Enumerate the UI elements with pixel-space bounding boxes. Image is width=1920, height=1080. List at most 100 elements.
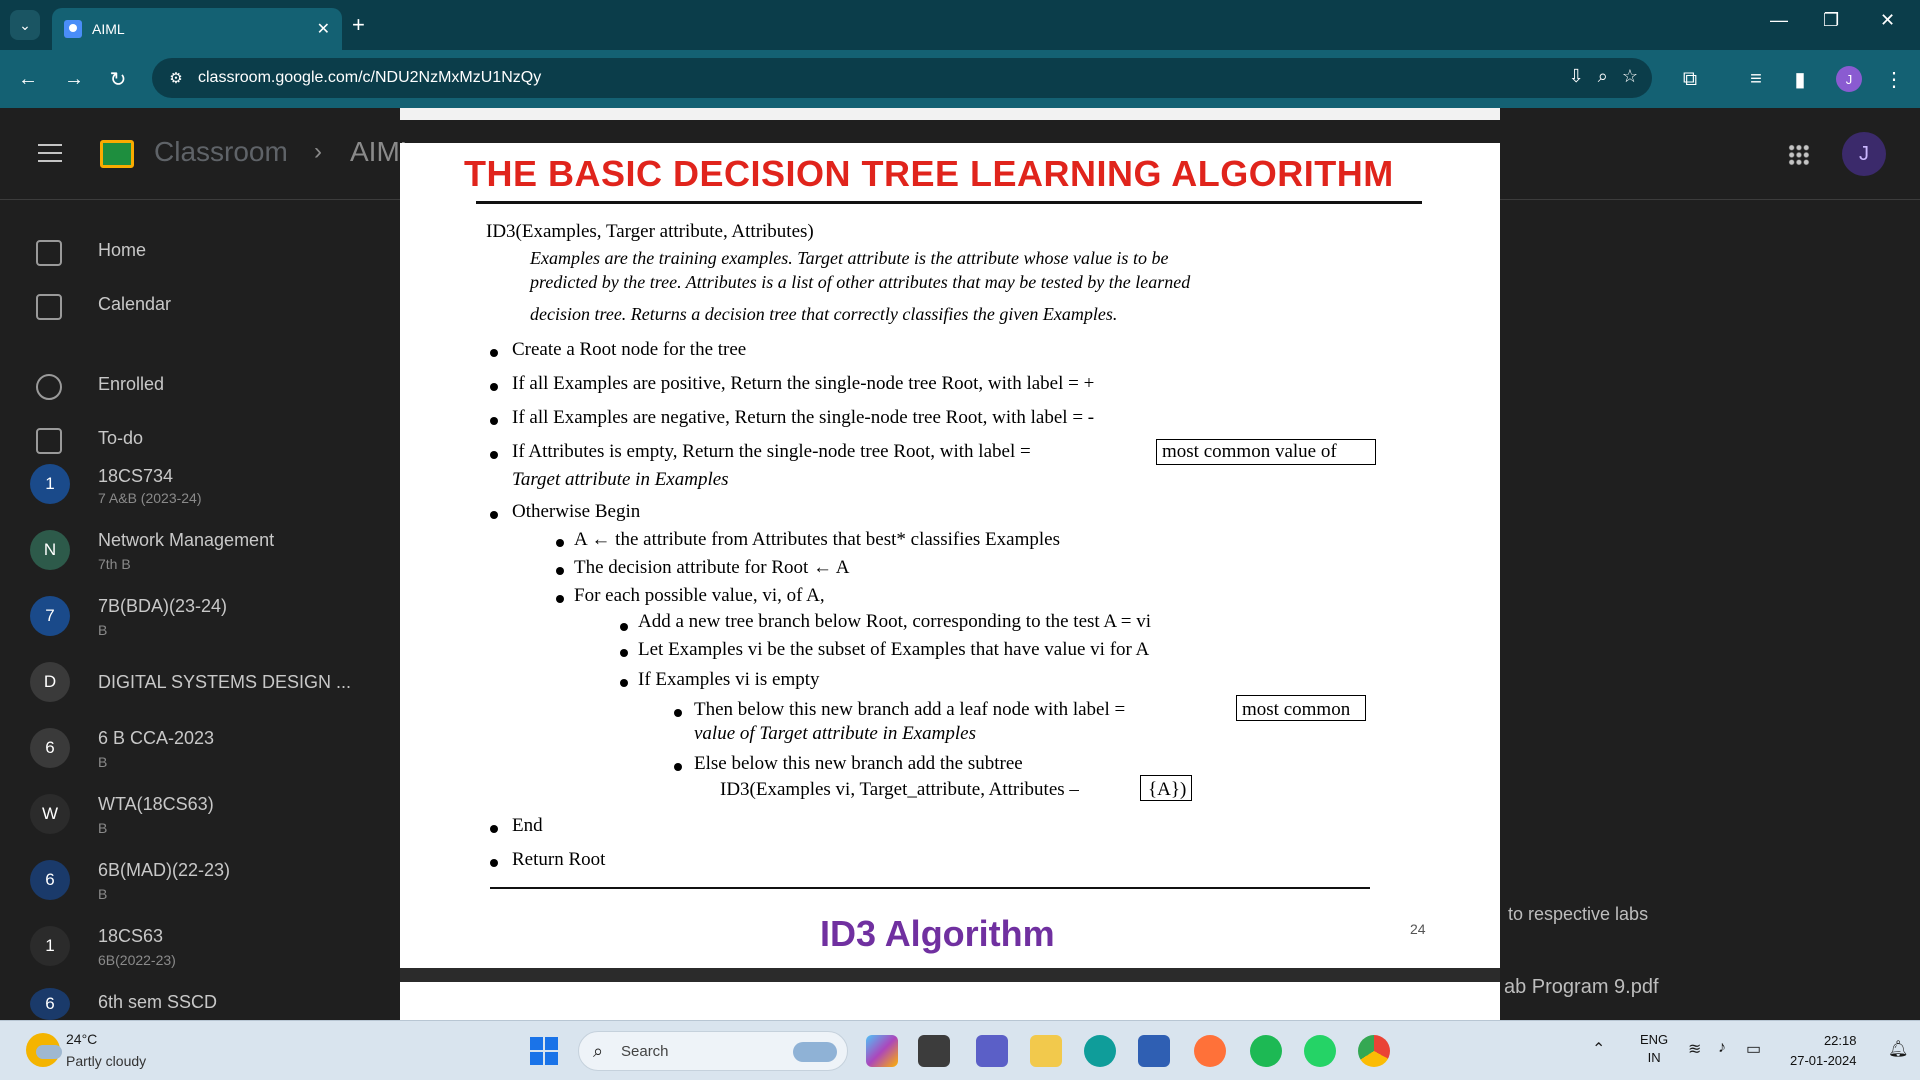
algo-substep: value of Target attribute in Examples	[694, 723, 976, 744]
course-name: 18CS734	[98, 466, 174, 486]
course-name: 18CS63	[98, 926, 164, 946]
algo-description: decision tree. Returns a decision tree t…	[530, 304, 1118, 324]
algo-substep: A ← the attribute from Attributes that b…	[574, 529, 1060, 550]
menu-kebab-icon[interactable]: ⋮	[1880, 65, 1908, 93]
user-avatar[interactable]: J	[1842, 132, 1886, 176]
sidebar-item-home[interactable]: Home	[0, 228, 330, 276]
sidebar-label-enrolled: Enrolled	[98, 374, 165, 394]
algo-substep: most common	[1242, 699, 1351, 720]
volume-icon[interactable]: ♪	[1718, 1039, 1726, 1057]
task-view-icon[interactable]	[918, 1035, 950, 1067]
graduation-cap-icon	[36, 374, 62, 400]
firefox-icon[interactable]	[1194, 1035, 1226, 1067]
chrome-icon[interactable]	[1358, 1035, 1390, 1067]
bullet-dot	[556, 539, 564, 547]
system-clock[interactable]: 22:18 27-01-2024	[1790, 1031, 1857, 1071]
algo-substep: Else below this new branch add the subtr…	[694, 753, 1023, 774]
bullet-dot	[620, 623, 628, 631]
minimize-icon[interactable]: —	[1770, 10, 1788, 31]
bullet-dot	[490, 511, 498, 519]
sidebar: Home Calendar Enrolled To-do 1 18CS734 7…	[0, 200, 351, 1020]
store-icon[interactable]	[1138, 1035, 1170, 1067]
browser-toolbar: ← → ↻ ⚙ classroom.google.com/c/NDU2NzMxM…	[0, 50, 1920, 108]
course-section: B	[98, 622, 108, 638]
course-section: 7 A&B (2023-24)	[98, 490, 202, 506]
sidebar-item-calendar[interactable]: Calendar	[0, 282, 330, 330]
algo-substep: Add a new tree branch below Root, corres…	[638, 611, 1152, 632]
course-avatar: 6	[30, 728, 70, 768]
tab-search-button[interactable]: ⌄	[10, 10, 40, 40]
spotify-icon[interactable]	[1250, 1035, 1282, 1067]
wifi-icon[interactable]: ≋	[1688, 1039, 1701, 1059]
search-highlight-icon	[793, 1042, 837, 1062]
teams-icon[interactable]	[976, 1035, 1008, 1067]
slide-caption: ID3 Algorithm	[820, 913, 1055, 954]
weather-temperature: 24°C	[66, 1031, 98, 1047]
bullet-dot	[490, 825, 498, 833]
forward-arrow-icon[interactable]: →	[60, 65, 88, 93]
course-name: WTA(18CS63)	[98, 794, 214, 814]
media-icon[interactable]: ≡	[1742, 65, 1770, 93]
search-placeholder: Search	[621, 1043, 669, 1060]
bullet-dot	[490, 451, 498, 459]
bullet-dot	[620, 679, 628, 687]
windows-start-icon[interactable]	[530, 1037, 558, 1065]
main-menu-icon[interactable]	[38, 144, 62, 162]
algo-description: Examples are the training examples. Targ…	[530, 248, 1169, 268]
stream-file-name[interactable]: ab Program 9.pdf	[1504, 976, 1659, 999]
clock-date: 27-01-2024	[1790, 1053, 1857, 1068]
bullet-dot	[556, 567, 564, 575]
sidebar-label-todo: To-do	[98, 428, 144, 448]
algo-substep: The decision attribute for Root ← A	[574, 557, 850, 578]
pdf-next-page[interactable]	[400, 982, 1500, 1020]
algo-step: If all Examples are negative, Return the…	[512, 407, 1095, 428]
back-arrow-icon[interactable]: ←	[14, 65, 42, 93]
restore-icon[interactable]: ❐	[1823, 10, 1839, 31]
course-name: 6 B CCA-2023	[98, 728, 215, 748]
weather-icon[interactable]	[26, 1033, 62, 1067]
search-icon: ⌕	[593, 1041, 604, 1061]
taskbar-search[interactable]: ⌕ Search	[578, 1031, 848, 1071]
url-text[interactable]: classroom.google.com/c/NDU2NzMxMzU1NzQy	[198, 69, 541, 87]
sidebar-item-todo[interactable]: To-do	[0, 416, 330, 464]
edge-icon[interactable]	[1084, 1035, 1116, 1067]
whatsapp-icon[interactable]	[1304, 1035, 1336, 1067]
sidebar-label-home: Home	[98, 240, 147, 260]
clock-time: 22:18	[1823, 1033, 1857, 1048]
language-indicator[interactable]: ENG IN	[1640, 1031, 1668, 1067]
chevron-up-icon[interactable]: ⌃	[1592, 1039, 1605, 1059]
close-window-icon[interactable]: ✕	[1880, 10, 1895, 31]
address-bar[interactable]: ⚙ classroom.google.com/c/NDU2NzMxMzU1NzQ…	[152, 58, 1652, 98]
install-app-icon[interactable]: ⇩	[1569, 66, 1584, 87]
calendar-icon	[36, 294, 62, 320]
algo-step: Otherwise Begin	[512, 501, 641, 522]
course-name: Network Management	[98, 530, 275, 550]
page-number: 24	[1410, 921, 1426, 937]
site-info-icon[interactable]: ⚙	[158, 69, 194, 87]
course-avatar: 1	[30, 926, 70, 966]
pdf-page[interactable]: THE BASIC DECISION TREE LEARNING ALGORIT…	[400, 143, 1500, 968]
sidebar-item-enrolled[interactable]: Enrolled	[0, 362, 330, 410]
tab-close-icon[interactable]: ✕	[317, 19, 330, 39]
bullet-dot	[490, 349, 498, 357]
course-avatar: N	[30, 530, 70, 570]
new-tab-button[interactable]: +	[352, 12, 365, 38]
profile-avatar[interactable]: J	[1836, 66, 1862, 92]
tab-aiml[interactable]: AIML ✕	[52, 8, 342, 50]
apps-grid-icon[interactable]	[1788, 144, 1810, 166]
battery-icon[interactable]: ▭	[1746, 1039, 1761, 1059]
side-panel-icon[interactable]: ▮	[1786, 65, 1814, 93]
notifications-icon[interactable]: 🔔︎	[1888, 1039, 1908, 1059]
app-title[interactable]: Classroom	[154, 136, 288, 168]
algo-step: If all Examples are positive, Return the…	[512, 373, 1095, 394]
course-name: 6th sem SSCD	[98, 992, 218, 1012]
taskbar: 24°C Partly cloudy ⌕ Search ⌃ ENG IN ≋ ♪…	[0, 1020, 1920, 1080]
algo-substep: Let Examples vi be the subset of Example…	[638, 639, 1150, 660]
bookmark-star-icon[interactable]: ☆	[1622, 66, 1638, 87]
omnibox-actions: ⇩ ⌕ ☆	[1569, 66, 1638, 87]
reload-icon[interactable]: ↻	[104, 65, 132, 93]
file-explorer-icon[interactable]	[1030, 1035, 1062, 1067]
zoom-icon[interactable]: ⌕	[1598, 66, 1608, 87]
copilot-icon[interactable]	[866, 1035, 898, 1067]
extensions-icon[interactable]: ⧉	[1676, 65, 1704, 93]
